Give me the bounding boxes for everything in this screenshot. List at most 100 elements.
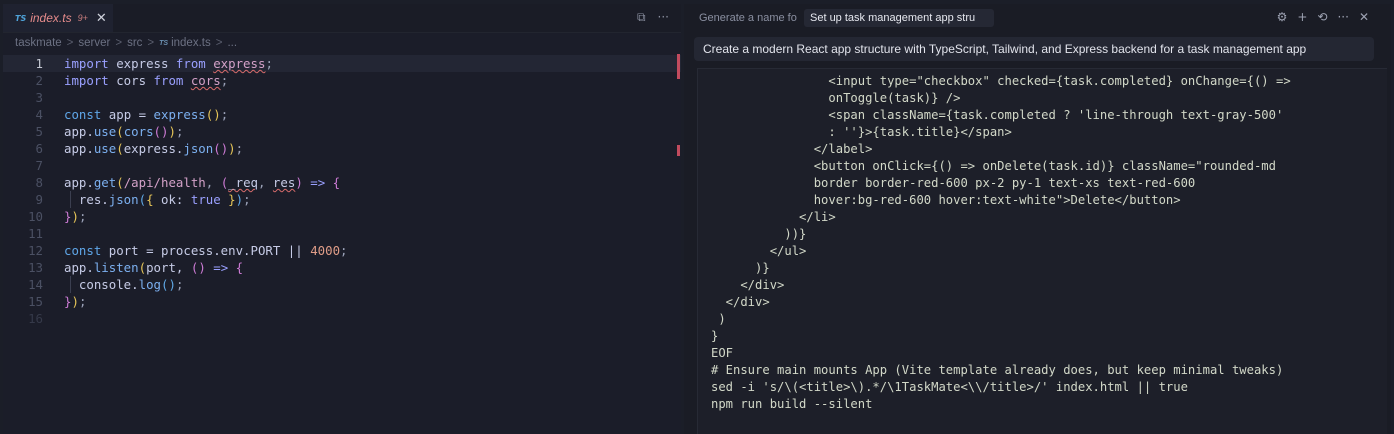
code-token: app. xyxy=(64,260,94,275)
code-token: , xyxy=(205,175,221,190)
code-line: 5 app.use(cors()); xyxy=(3,123,681,140)
error-marker xyxy=(677,145,680,156)
code-token: port = process.env.PORT || xyxy=(101,243,311,258)
code-token: true xyxy=(190,192,221,207)
tab-index-ts[interactable]: TS index.ts 9+ ✕ xyxy=(3,4,113,32)
code-token: => xyxy=(205,260,236,275)
problems-count-badge: 9+ xyxy=(77,13,88,23)
code-token: res xyxy=(272,175,296,190)
code-token: => xyxy=(302,175,333,190)
code-line: 1 import express from express; xyxy=(3,55,681,72)
code-token: ) xyxy=(71,209,79,224)
code-token: ) xyxy=(168,124,176,139)
code-token: cors xyxy=(108,73,154,88)
tab-filename: index.ts xyxy=(30,11,72,25)
terminal-line: <button onClick={() => onDelete(task.id)… xyxy=(711,159,1276,173)
code-line: 3 xyxy=(3,89,681,106)
terminal-line: </div> xyxy=(711,295,770,309)
terminal-line: EOF xyxy=(711,346,734,360)
code-token: app = xyxy=(101,107,154,122)
chat-tab-active[interactable]: Set up task management app stru xyxy=(804,9,994,27)
app-window: TS index.ts 9+ ✕ ⧉ ··· taskmate > server >… xyxy=(0,0,1394,434)
code-token: app. xyxy=(64,141,94,156)
code-token: ) xyxy=(295,175,303,190)
line-number: 1 xyxy=(35,56,43,71)
breadcrumb: taskmate > server > src > TS index.ts > ... xyxy=(15,37,237,49)
terminal-line: <input type="checkbox" checked={task.com… xyxy=(711,74,1291,88)
code-area[interactable]: 1 import express from express; 2 import co… xyxy=(3,55,681,327)
terminal-line: </div> xyxy=(711,278,785,292)
chevron-right-icon: > xyxy=(66,37,74,49)
line-number: 11 xyxy=(28,226,43,241)
code-token: import xyxy=(64,73,109,88)
chevron-right-icon: > xyxy=(215,37,223,49)
code-token: { xyxy=(235,260,244,275)
terminal-line: )} xyxy=(711,261,770,275)
code-token: app. xyxy=(64,124,94,139)
code-token: ; xyxy=(220,107,229,122)
code-token: import xyxy=(64,56,109,71)
error-marker xyxy=(677,54,680,79)
terminal-line: </ul> xyxy=(711,244,807,258)
code-line: 15}); xyxy=(3,293,681,310)
code-line: 10}); xyxy=(3,208,681,225)
code-token: const xyxy=(64,243,102,258)
code-token: use xyxy=(93,141,117,156)
terminal-line: ) xyxy=(711,312,726,326)
history-icon[interactable]: ⟲ xyxy=(1317,10,1327,24)
new-chat-icon[interactable]: + xyxy=(1297,10,1307,24)
settings-icon[interactable]: ⚙ xyxy=(1277,10,1288,24)
terminal-line: sed -i 's/\(<title>\).*/\1TaskMate<\\/ti… xyxy=(711,380,1188,394)
breadcrumb-item[interactable]: taskmate xyxy=(15,37,62,49)
editor-actions: ⧉ ··· xyxy=(637,10,669,25)
breadcrumb-item[interactable]: src xyxy=(127,37,142,49)
close-icon[interactable]: ✕ xyxy=(1359,10,1369,24)
chat-tab[interactable]: Generate a name fo xyxy=(693,9,801,27)
code-token: express xyxy=(153,107,206,122)
code-token: ( xyxy=(213,141,221,156)
code-token: { xyxy=(146,192,154,207)
code-token: from xyxy=(153,73,184,88)
code-token: ( xyxy=(138,260,147,275)
line-number: 8 xyxy=(35,175,43,190)
code-token: ; xyxy=(235,141,244,156)
code-token: ) xyxy=(168,277,176,292)
breadcrumb-item[interactable]: server xyxy=(78,37,110,49)
chat-actions: ⚙ + ⟲ ··· ✕ xyxy=(1277,10,1369,24)
code-token: port, xyxy=(146,260,191,275)
split-editor-icon[interactable]: ⧉ xyxy=(637,10,646,25)
line-number: 6 xyxy=(35,141,43,156)
terminal-line: hover:bg-red-600 hover:text-white">Delet… xyxy=(711,193,1181,207)
code-token: ) xyxy=(198,260,206,275)
breadcrumb-item[interactable]: index.ts xyxy=(171,37,211,49)
code-token: console. xyxy=(78,277,139,292)
code-token: , xyxy=(258,175,273,190)
code-token: ; xyxy=(78,294,87,309)
line-number: 14 xyxy=(28,277,43,292)
code-token: ok: xyxy=(153,192,191,207)
more-actions-icon[interactable]: ··· xyxy=(1337,10,1348,24)
chat-panel: Generate a name fo Set up task managemen… xyxy=(684,4,1391,434)
chevron-right-icon: > xyxy=(147,37,155,49)
terminal-line: border border-red-600 px-2 py-1 text-xs … xyxy=(711,176,1196,190)
code-token: express xyxy=(213,56,266,71)
code-token: ( xyxy=(153,124,162,139)
line-number: 10 xyxy=(28,209,43,224)
terminal-line: npm run build --silent xyxy=(711,397,873,411)
breadcrumb-item[interactable]: ... xyxy=(227,37,237,49)
code-line: 14 console.log(); xyxy=(3,276,681,293)
terminal-line: </li> xyxy=(711,210,836,224)
typescript-file-icon: TS xyxy=(15,13,27,23)
code-line: 7 xyxy=(3,157,681,174)
code-line: 9 res.json({ ok: true }); xyxy=(3,191,681,208)
terminal-line: onToggle(task)} /> xyxy=(711,91,961,105)
close-icon[interactable]: ✕ xyxy=(96,11,107,26)
code-token: listen xyxy=(93,260,139,275)
more-actions-icon[interactable]: ··· xyxy=(658,10,669,25)
user-prompt-message: Create a modern React app structure with… xyxy=(694,37,1374,61)
code-token: ) xyxy=(213,107,221,122)
code-token: ; xyxy=(243,192,251,207)
code-editor: TS index.ts 9+ ✕ ⧉ ··· taskmate > server >… xyxy=(3,4,681,434)
line-number: 5 xyxy=(35,124,43,139)
